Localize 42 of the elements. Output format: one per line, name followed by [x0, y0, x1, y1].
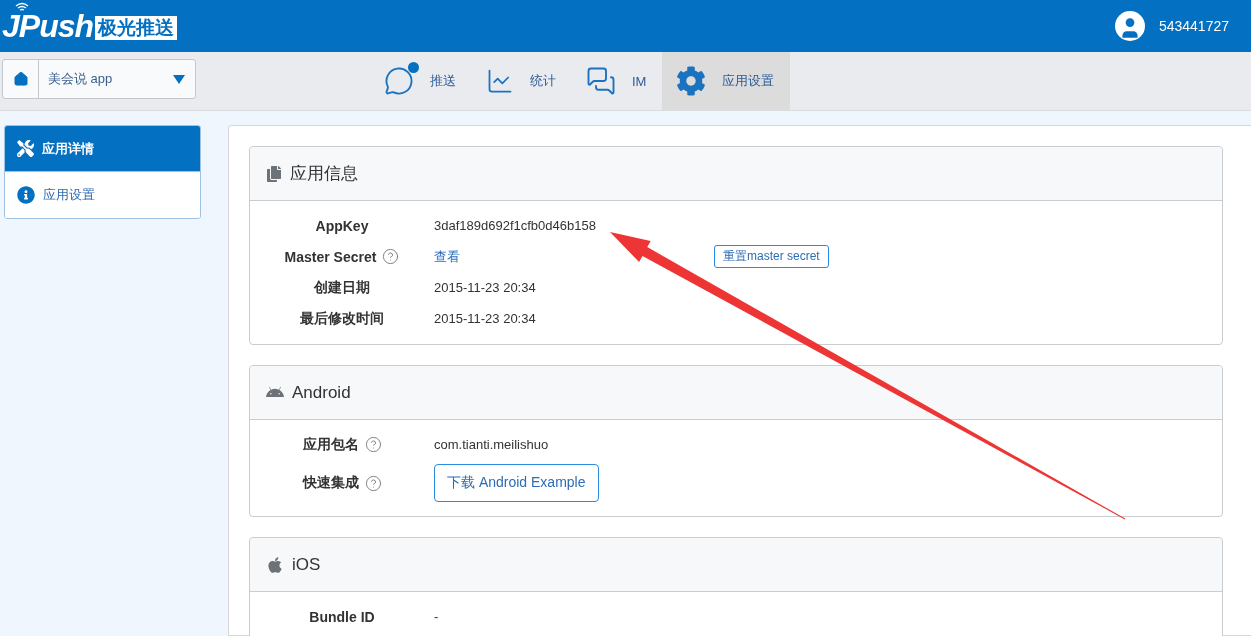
settings-icon	[676, 66, 707, 96]
card-title: iOS	[292, 554, 321, 575]
tools-icon	[17, 140, 34, 157]
user-name: 543441727	[1158, 18, 1229, 34]
reset-button[interactable]: 重置master secret	[714, 245, 829, 268]
nav-tab[interactable]: 推送	[370, 52, 472, 110]
home-icon	[12, 71, 29, 87]
card-title: Android	[292, 382, 351, 403]
documents-icon	[266, 165, 282, 182]
field-value: 3daf189d692f1cfb0d46b158	[434, 218, 596, 233]
nav-tab[interactable]: 统计	[472, 52, 572, 110]
field-label: Bundle ID	[309, 608, 375, 625]
field-value: -	[434, 609, 439, 624]
chat-bubble-icon	[384, 66, 414, 96]
nav-tab[interactable]: 应用设置	[662, 52, 791, 110]
field-label: 最后修改时间	[300, 309, 384, 328]
nav-tab[interactable]: IM	[572, 52, 663, 110]
wifi-icon	[15, 2, 29, 12]
download-button[interactable]: 下载 Android Example	[434, 464, 599, 502]
view-link[interactable]: 查看	[434, 247, 460, 266]
info-icon	[17, 186, 35, 204]
field-value: 2015-11-23 20:34	[434, 311, 536, 326]
field-label: 应用包名	[302, 435, 359, 454]
help-icon[interactable]	[382, 248, 400, 265]
apple-icon	[266, 555, 284, 574]
field-label: 创建日期	[314, 278, 370, 297]
messages-icon	[586, 66, 616, 96]
chart-icon	[486, 67, 514, 95]
field-value: 2015-11-23 20:34	[434, 280, 536, 295]
sidebar-item[interactable]: 应用详情	[5, 126, 200, 172]
field-label: AppKey	[315, 217, 369, 234]
field-value: com.tianti.meilishuo	[434, 437, 549, 452]
logo-tagline: 极光推送	[95, 16, 178, 40]
help-icon[interactable]	[364, 474, 382, 492]
field-label: 快速集成	[302, 474, 359, 492]
logo-brand: JPush	[2, 8, 94, 44]
help-icon[interactable]	[364, 436, 382, 453]
dropdown-triangle-icon	[173, 74, 185, 84]
field-label: Master Secret	[284, 248, 377, 265]
avatar[interactable]	[1114, 11, 1145, 41]
app-select[interactable]: 美会说 app	[39, 60, 195, 98]
card-title: 应用信息	[290, 163, 358, 185]
